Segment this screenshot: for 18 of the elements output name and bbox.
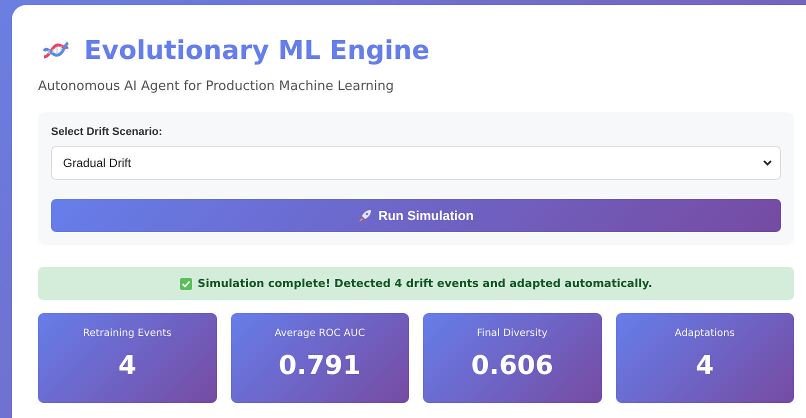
metric-label: Final Diversity — [476, 328, 548, 339]
scenario-dropdown[interactable]: Gradual Drift — [51, 146, 781, 180]
metric-label: Adaptations — [674, 328, 735, 339]
run-simulation-button[interactable]: Run Simulation — [51, 199, 781, 232]
metric-label: Retraining Events — [83, 328, 172, 339]
checkmark-icon — [180, 278, 192, 290]
dna-icon — [42, 41, 70, 61]
app-subtitle: Autonomous AI Agent for Production Machine Learning — [38, 79, 395, 94]
metric-value: 4 — [696, 351, 714, 381]
chevron-down-icon — [763, 160, 772, 166]
rocket-icon — [358, 208, 372, 222]
metric-value: 4 — [118, 351, 136, 381]
scenario-label: Select Drift Scenario: — [51, 126, 164, 138]
alert-message: Simulation complete! Detected 4 drift events and adapted automatically. — [198, 277, 652, 290]
metric-value: 0.606 — [471, 351, 554, 381]
metric-label: Average ROC AUC — [274, 328, 365, 339]
metric-value: 0.791 — [278, 351, 361, 381]
app-title: Evolutionary ML Engine — [84, 35, 430, 67]
